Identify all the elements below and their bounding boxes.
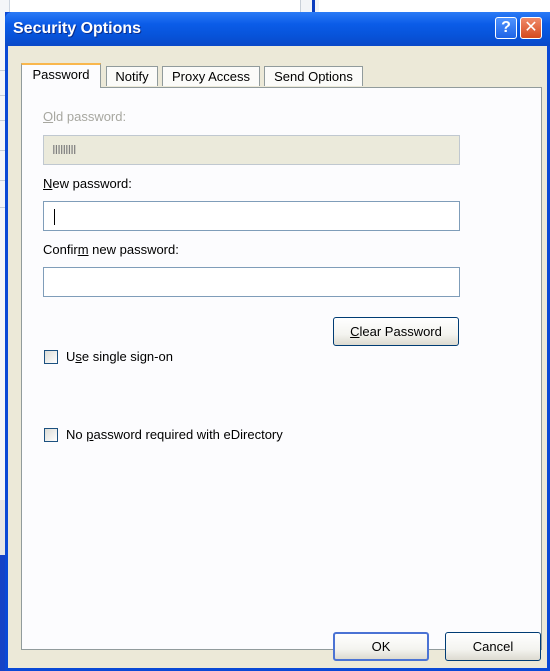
- old-password-field: IIIIIIIII: [43, 135, 460, 165]
- close-icon[interactable]: ✕: [520, 17, 542, 39]
- new-password-label: New password:: [43, 176, 132, 191]
- confirm-password-field[interactable]: [43, 267, 460, 297]
- no-password-edirectory-label[interactable]: No password required with eDirectory: [66, 427, 283, 442]
- no-password-edirectory-checkbox[interactable]: [44, 428, 58, 442]
- new-password-field[interactable]: [43, 201, 460, 231]
- confirm-password-label: Confirm new password:: [43, 242, 179, 257]
- dialog-title: Security Options: [13, 20, 142, 37]
- tab-proxy-access[interactable]: Proxy Access: [162, 66, 260, 86]
- tab-send-options[interactable]: Send Options: [264, 66, 363, 86]
- text-caret: [54, 208, 55, 225]
- old-password-mask: IIIIIIIII: [52, 142, 76, 157]
- cancel-button[interactable]: Cancel: [445, 632, 541, 661]
- tab-password[interactable]: Password: [21, 63, 101, 88]
- ok-button[interactable]: OK: [333, 632, 429, 661]
- single-sign-on-checkbox[interactable]: [44, 350, 58, 364]
- single-sign-on-label[interactable]: Use single sign-on: [66, 349, 173, 364]
- security-options-dialog: Security Options ? ✕ Password Notify Pro…: [5, 12, 550, 671]
- password-tab-panel: Old password: IIIIIIIII New password: Co…: [21, 87, 542, 650]
- clear-password-button[interactable]: Clear Password: [333, 317, 459, 346]
- tab-notify[interactable]: Notify: [106, 66, 158, 86]
- old-password-label: Old password:: [43, 109, 127, 124]
- title-bar[interactable]: Security Options ? ✕: [5, 12, 550, 46]
- help-icon[interactable]: ?: [495, 17, 517, 39]
- dialog-body: Password Notify Proxy Access Send Option…: [8, 46, 547, 668]
